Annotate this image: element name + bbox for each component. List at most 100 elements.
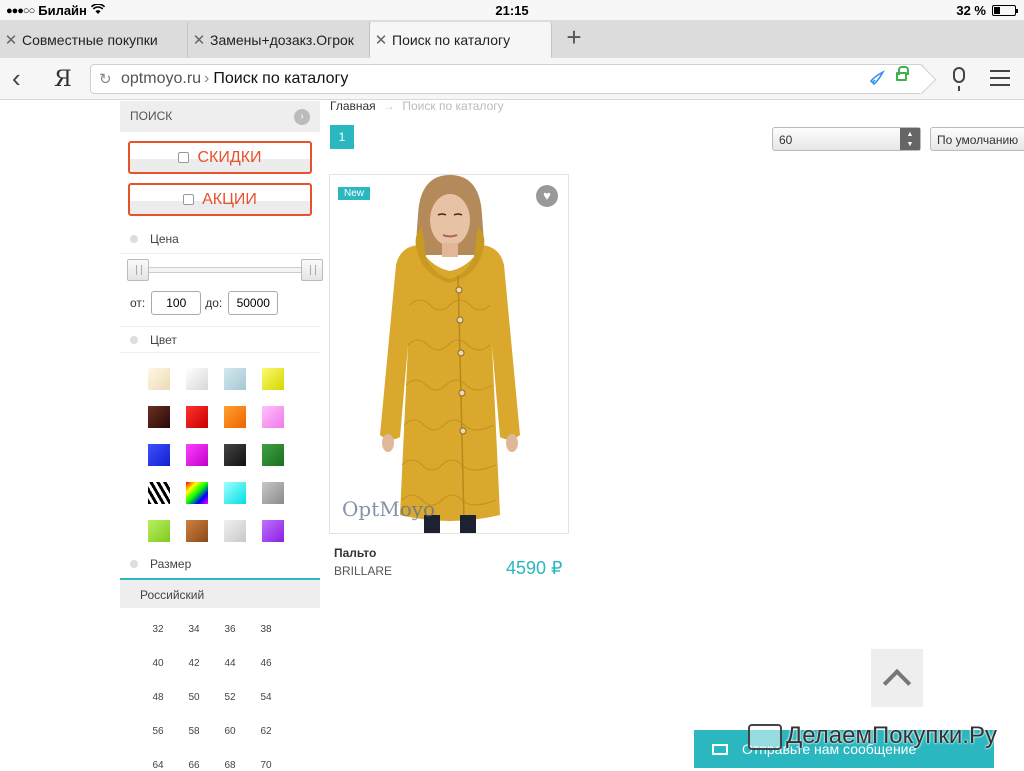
- pagination-page-button[interactable]: 1: [330, 125, 354, 149]
- divider: [120, 352, 320, 353]
- price-range-inputs: от: до:: [130, 291, 282, 315]
- color-swatch[interactable]: [148, 444, 170, 466]
- price-from-input[interactable]: [151, 291, 202, 315]
- size-option[interactable]: 36: [215, 624, 245, 635]
- size-option[interactable]: 38: [251, 624, 281, 635]
- per-page-select[interactable]: 60 ▲ ▼: [772, 127, 921, 151]
- size-option[interactable]: 48: [143, 692, 173, 703]
- size-option[interactable]: 66: [179, 760, 209, 771]
- new-badge: New: [338, 187, 371, 200]
- bullet-icon: [130, 336, 138, 344]
- envelope-icon: [712, 743, 728, 755]
- tab-bar: ✕ Совместные покупки ✕ Замены+дозакз.Огр…: [0, 20, 1024, 58]
- divider: [120, 253, 320, 254]
- nav-bar: ‹ Я ↻ optmoyo.ru › Поиск по каталогу: [0, 58, 1024, 100]
- breadcrumb-current: Поиск по каталогу: [402, 99, 504, 113]
- tab-catalog-search[interactable]: ✕ Поиск по каталогу: [370, 22, 552, 58]
- product-price: 4590 ₽: [506, 558, 563, 578]
- color-swatch[interactable]: [148, 406, 170, 428]
- size-option[interactable]: 40: [143, 658, 173, 669]
- scroll-to-top-button[interactable]: [871, 649, 923, 707]
- size-option[interactable]: 46: [251, 658, 281, 669]
- color-swatch[interactable]: [262, 368, 284, 390]
- close-tab-icon[interactable]: ✕: [188, 31, 210, 49]
- color-swatch[interactable]: [262, 482, 284, 504]
- promos-checkbox[interactable]: [183, 194, 195, 205]
- close-tab-icon[interactable]: ✕: [370, 31, 392, 49]
- size-system-tab[interactable]: Российский: [120, 578, 320, 608]
- size-section-title[interactable]: Размер: [130, 557, 191, 571]
- new-tab-button[interactable]: +: [562, 24, 586, 50]
- site-watermark-overlay: ДелаемПокупки.Ру: [748, 722, 997, 750]
- menu-icon[interactable]: [990, 70, 1010, 91]
- discounts-filter-button[interactable]: СКИДКИ: [128, 141, 312, 174]
- product-image[interactable]: [330, 175, 569, 534]
- size-option[interactable]: 32: [143, 624, 173, 635]
- product-card[interactable]: New ♥ OptMoyo: [329, 174, 569, 534]
- promos-filter-button[interactable]: АКЦИИ: [128, 183, 312, 216]
- size-option[interactable]: 50: [179, 692, 209, 703]
- color-swatch[interactable]: [186, 406, 208, 428]
- size-option[interactable]: 34: [179, 624, 209, 635]
- color-swatch[interactable]: [148, 482, 170, 504]
- status-time: 21:15: [495, 3, 529, 18]
- size-option[interactable]: 68: [215, 760, 245, 771]
- address-bar[interactable]: ↻ optmoyo.ru › Поиск по каталогу: [90, 64, 924, 94]
- sort-select[interactable]: По умолчанию: [930, 127, 1024, 151]
- size-option[interactable]: 64: [143, 760, 173, 771]
- color-swatch[interactable]: [262, 406, 284, 428]
- color-swatch[interactable]: [224, 406, 246, 428]
- color-swatch[interactable]: [186, 368, 208, 390]
- price-slider-min-handle[interactable]: [127, 259, 149, 281]
- color-swatch[interactable]: [186, 444, 208, 466]
- color-section-title[interactable]: Цвет: [130, 333, 177, 347]
- price-to-input[interactable]: [228, 291, 279, 315]
- size-option[interactable]: 58: [179, 726, 209, 737]
- color-swatch[interactable]: [186, 482, 208, 504]
- tab-joint-purchases[interactable]: ✕ Совместные покупки: [0, 22, 188, 58]
- size-option[interactable]: 44: [215, 658, 245, 669]
- discounts-label: СКИДКИ: [197, 148, 262, 166]
- price-section-title[interactable]: Цена: [130, 232, 179, 246]
- breadcrumb: Главная → Поиск по каталогу: [330, 99, 504, 113]
- tab-title: Замены+дозакз.Огрок: [210, 32, 354, 48]
- microphone-icon[interactable]: [953, 67, 965, 91]
- size-option[interactable]: 62: [251, 726, 281, 737]
- heart-icon[interactable]: ♥: [536, 185, 558, 207]
- color-swatch[interactable]: [262, 444, 284, 466]
- discounts-checkbox[interactable]: [178, 152, 190, 163]
- search-panel-header[interactable]: ПОИСК ›: [120, 101, 320, 132]
- url-domain: optmoyo.ru: [121, 70, 202, 87]
- yandex-logo-button[interactable]: Я: [54, 67, 72, 92]
- size-option[interactable]: 60: [215, 726, 245, 737]
- battery-percent: 32 %: [956, 3, 986, 18]
- back-button[interactable]: ‹: [12, 65, 21, 91]
- lock-icon[interactable]: [896, 66, 909, 81]
- breadcrumb-home-link[interactable]: Главная: [330, 99, 376, 113]
- product-brand: BRILLARE: [334, 564, 393, 578]
- size-option[interactable]: 70: [251, 760, 281, 771]
- size-option[interactable]: 42: [179, 658, 209, 669]
- color-swatch[interactable]: [186, 520, 208, 542]
- color-swatch[interactable]: [224, 482, 246, 504]
- color-swatch[interactable]: [148, 520, 170, 542]
- size-option[interactable]: 54: [251, 692, 281, 703]
- color-swatch[interactable]: [224, 368, 246, 390]
- size-option[interactable]: 56: [143, 726, 173, 737]
- size-option[interactable]: 52: [215, 692, 245, 703]
- price-from-label: от:: [130, 296, 146, 310]
- reload-icon[interactable]: ↻: [99, 70, 117, 88]
- turbo-icon[interactable]: [869, 70, 885, 91]
- color-swatch[interactable]: [224, 520, 246, 542]
- color-swatch[interactable]: [262, 520, 284, 542]
- color-swatch[interactable]: [224, 444, 246, 466]
- tab-title: Совместные покупки: [22, 32, 158, 48]
- price-slider-track[interactable]: [138, 267, 312, 273]
- close-tab-icon[interactable]: ✕: [0, 31, 22, 49]
- color-swatch[interactable]: [148, 368, 170, 390]
- search-label: ПОИСК: [130, 109, 173, 123]
- tab-replacements[interactable]: ✕ Замены+дозакз.Огрок: [188, 22, 370, 58]
- price-slider-max-handle[interactable]: [301, 259, 323, 281]
- product-name[interactable]: Пальто: [334, 546, 376, 560]
- chevron-right-icon[interactable]: ›: [294, 109, 310, 125]
